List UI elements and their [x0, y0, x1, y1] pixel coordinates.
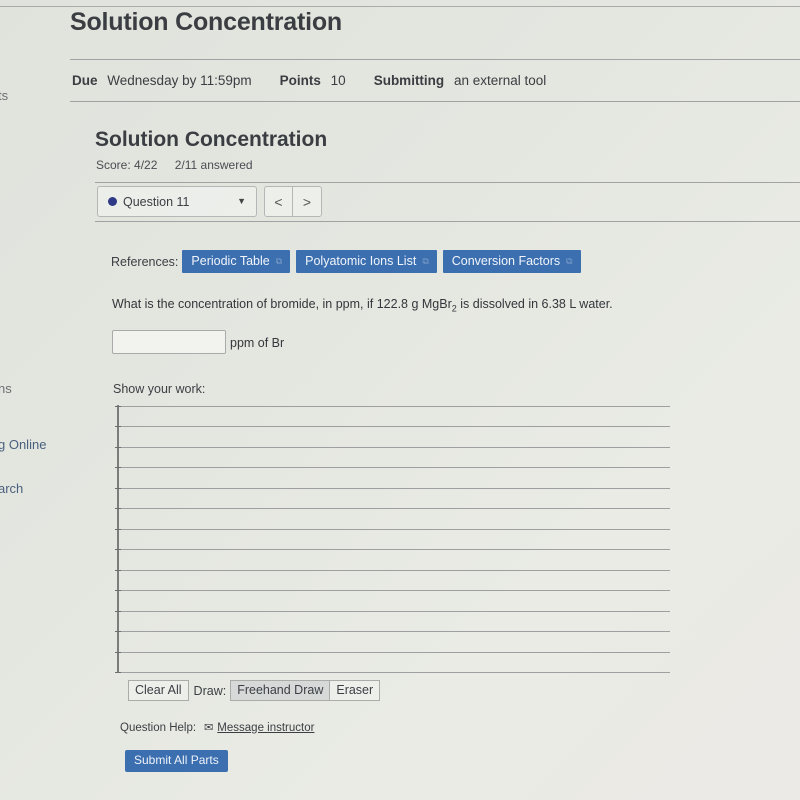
course-nav-sidebar: ts ns g Online arch — [0, 0, 60, 800]
question-select-value: Question 11 — [123, 194, 190, 209]
canvas-ruled-line — [115, 406, 670, 407]
score-row: Score: 4/22 2/11 answered — [96, 158, 267, 172]
due-info: Due Wednesday by 11:59pm — [72, 73, 252, 88]
conversion-factors-label: Conversion Factors — [451, 254, 561, 268]
submit-all-parts-button[interactable]: Submit All Parts — [125, 750, 228, 772]
quiz-header-divider — [95, 182, 800, 183]
submitting-label: Submitting — [373, 73, 445, 88]
answered-count: 2/11 answered — [174, 158, 253, 172]
canvas-ruled-line — [115, 611, 670, 612]
canvas-ruled-line — [115, 529, 670, 530]
polyatomic-ions-label: Polyatomic Ions List — [305, 254, 417, 268]
periodic-table-button[interactable]: Periodic Table ⧉ — [182, 250, 291, 273]
previous-question-button[interactable]: < — [265, 187, 293, 216]
canvas-tick — [115, 508, 121, 509]
external-link-icon: ⧉ — [275, 255, 283, 266]
canvas-left-axis — [117, 405, 119, 673]
assignment-title: Solution Concentration — [70, 8, 342, 36]
canvas-ruled-line — [115, 488, 670, 489]
canvas-tick — [115, 611, 121, 612]
draw-label: Draw: — [193, 683, 227, 698]
sidebar-item-online[interactable]: g Online — [0, 437, 46, 452]
canvas-tick — [115, 488, 121, 489]
canvas-tick — [115, 529, 121, 530]
score: Score: 4/22 — [96, 158, 158, 172]
references-label: References: — [111, 254, 179, 269]
canvas-tick — [115, 406, 121, 407]
answer-unit-label: ppm of Br — [230, 336, 285, 350]
canvas-ruled-line — [115, 631, 670, 632]
due-label: Due — [72, 73, 98, 88]
due-value: Wednesday by 11:59pm — [107, 73, 252, 88]
sidebar-item-2[interactable]: ns — [0, 381, 12, 396]
question-select[interactable]: Question 11 ▼ — [97, 186, 257, 217]
canvas-tick — [115, 652, 121, 653]
question-text: What is the concentration of bromide, in… — [112, 297, 613, 314]
next-question-button[interactable]: > — [293, 187, 321, 216]
canvas-ruled-line — [115, 590, 670, 591]
submitting-info: Submitting an external tool — [374, 73, 547, 88]
freehand-draw-button[interactable]: Freehand Draw — [230, 680, 331, 701]
clear-all-button[interactable]: Clear All — [128, 680, 189, 701]
points-label: Points — [279, 73, 321, 88]
meta-divider — [70, 101, 800, 102]
canvas-ruled-line — [115, 652, 670, 653]
nav-divider — [95, 221, 800, 222]
question-status-dot-icon — [108, 197, 117, 206]
canvas-tick — [115, 447, 121, 448]
drawing-toolbar: Clear All Draw: Freehand Draw Eraser — [128, 680, 381, 701]
canvas-tick — [115, 672, 121, 673]
question-help-label: Question Help: — [120, 721, 197, 734]
canvas-ruled-line — [115, 508, 670, 509]
sidebar-item-1[interactable]: ts — [0, 88, 8, 103]
quiz-title: Solution Concentration — [95, 128, 328, 151]
canvas-tick — [115, 549, 121, 550]
canvas-ruled-line — [115, 549, 670, 550]
chevron-down-icon: ▼ — [237, 196, 246, 206]
polyatomic-ions-button[interactable]: Polyatomic Ions List ⧉ — [296, 250, 437, 273]
canvas-ruled-line — [115, 426, 670, 427]
sidebar-item-search[interactable]: arch — [0, 481, 23, 496]
assignment-meta: Due Wednesday by 11:59pm Points 10 Submi… — [72, 73, 574, 88]
question-text-part: What is the concentration of bromide, in… — [112, 297, 452, 311]
canvas-tick — [115, 467, 121, 468]
top-divider — [0, 6, 800, 7]
message-instructor-link[interactable]: Message instructor — [217, 722, 314, 734]
canvas-tick — [115, 631, 121, 632]
canvas-ruled-line — [115, 447, 670, 448]
references-bar: References: Periodic Table ⧉ Polyatomic … — [111, 250, 587, 273]
show-work-label: Show your work: — [113, 382, 206, 396]
conversion-factors-button[interactable]: Conversion Factors ⧉ — [442, 250, 581, 273]
question-text-part: is dissolved in 6.38 L water. — [456, 297, 613, 311]
canvas-tick — [115, 570, 121, 571]
question-nav: < > — [264, 186, 322, 217]
submitting-value: an external tool — [453, 73, 547, 88]
title-divider — [70, 59, 800, 60]
points-info: Points 10 — [280, 73, 346, 88]
external-link-icon: ⧉ — [566, 255, 573, 266]
question-help: Question Help: ✉ Message instructor — [120, 721, 314, 735]
drawing-canvas[interactable] — [115, 405, 670, 673]
canvas-ruled-line — [115, 467, 670, 468]
canvas-tick — [115, 590, 121, 591]
canvas-ruled-line — [115, 672, 670, 673]
eraser-button[interactable]: Eraser — [330, 680, 381, 701]
draw-mode-group: Freehand Draw Eraser — [230, 680, 381, 701]
mail-icon: ✉ — [204, 722, 214, 734]
external-link-icon: ⧉ — [422, 255, 429, 266]
points-value: 10 — [330, 73, 346, 88]
answer-input[interactable] — [112, 330, 226, 354]
periodic-table-label: Periodic Table — [191, 254, 270, 268]
canvas-tick — [115, 426, 121, 427]
canvas-ruled-line — [115, 570, 670, 571]
